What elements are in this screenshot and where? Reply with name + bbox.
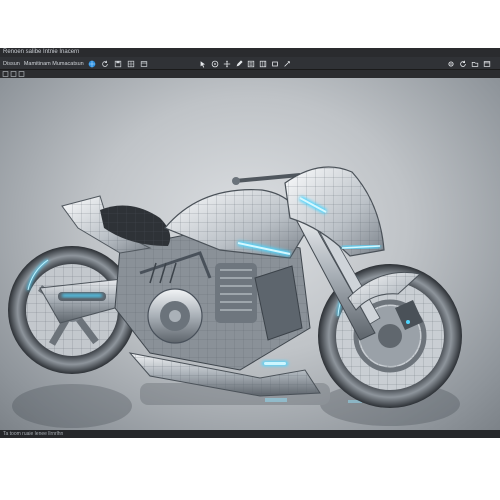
- menu-item-mumacatsun[interactable]: Mamitinam Mumacatsun: [24, 61, 84, 67]
- viewport-layout-icon[interactable]: [18, 70, 25, 77]
- modeling-app-window: Renoen salibe Intnie Inacern Dissun Mami…: [0, 48, 500, 438]
- refresh-view-icon[interactable]: [458, 59, 467, 68]
- render-icon[interactable]: [270, 59, 279, 68]
- grid-view-icon[interactable]: [258, 59, 267, 68]
- status-bar: Ta toom ruaie lenee llrnrlhn: [0, 430, 500, 438]
- rotate-icon[interactable]: [210, 59, 219, 68]
- select-icon[interactable]: [198, 59, 207, 68]
- main-toolbar: Dissun Mamitinam Mumacatsun: [0, 57, 500, 70]
- viewport-shading-icon[interactable]: [10, 70, 17, 77]
- grid-icon[interactable]: [127, 59, 136, 68]
- 3d-viewport[interactable]: [0, 78, 500, 430]
- save-icon[interactable]: [114, 59, 123, 68]
- right-icon-group: [446, 58, 491, 69]
- pen-icon[interactable]: [234, 59, 243, 68]
- menu-item-dissun[interactable]: Dissun: [3, 61, 20, 67]
- toolbar-menu: Dissun Mamitinam Mumacatsun: [3, 57, 149, 70]
- folder-icon[interactable]: [470, 59, 479, 68]
- viewport-menu-icon[interactable]: [2, 70, 9, 77]
- maximize-icon[interactable]: [482, 59, 491, 68]
- tail-section: [61, 195, 171, 254]
- tool-icon-group: [198, 58, 291, 69]
- move-icon[interactable]: [222, 59, 231, 68]
- camera-icon[interactable]: [282, 59, 291, 68]
- layers-icon[interactable]: [246, 59, 255, 68]
- window-title: Renoen salibe Intnie Inacern: [0, 48, 500, 57]
- refresh-icon[interactable]: [101, 59, 110, 68]
- window-icon[interactable]: [140, 59, 149, 68]
- globe-icon[interactable]: [88, 59, 97, 68]
- settings-icon[interactable]: [446, 59, 455, 68]
- motorcycle-model-render: [8, 166, 462, 428]
